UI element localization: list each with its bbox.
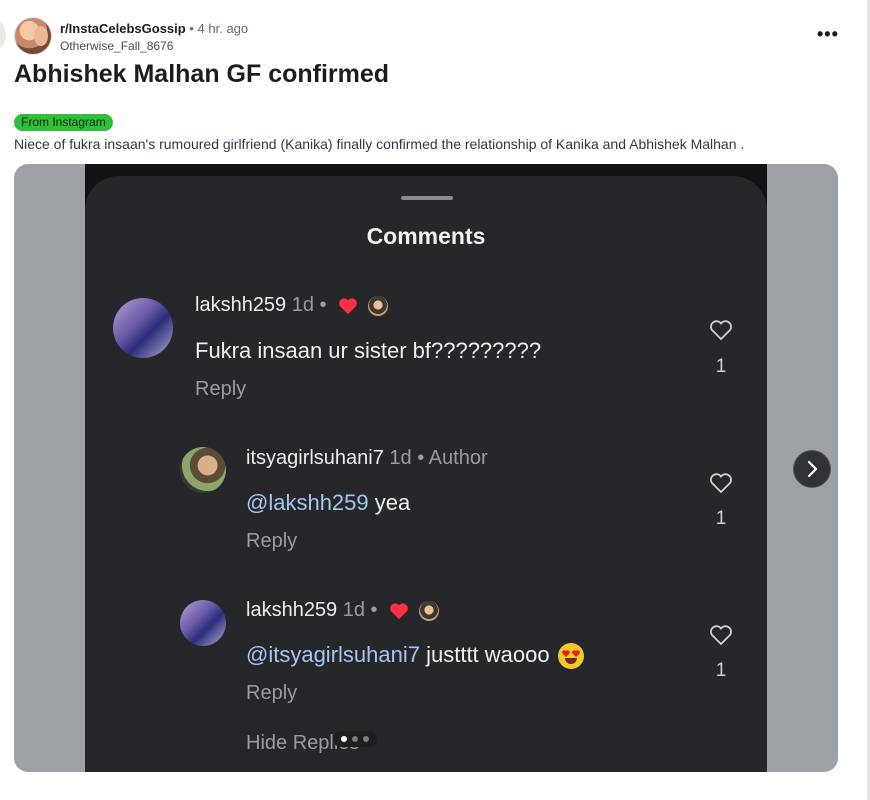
comment-username: lakshh259 — [246, 599, 338, 621]
comment-body: justttt waooo — [419, 642, 550, 667]
like-count: 1 — [715, 660, 727, 681]
gallery-next-button[interactable] — [793, 450, 831, 488]
subreddit-avatar[interactable] — [14, 17, 52, 55]
sheet-handle — [401, 196, 453, 200]
post-author[interactable]: Otherwise_Fall_8676 — [60, 39, 173, 53]
gallery-image: Comments lakshh259 1d • Fukra insaan ur … — [85, 164, 767, 772]
comments-header: Comments — [366, 223, 486, 249]
comment-text: Fukra insaan ur sister bf????????? — [195, 338, 542, 363]
like-count: 1 — [715, 508, 727, 529]
reply-button[interactable]: Reply — [246, 682, 297, 705]
page-dot-active — [341, 736, 347, 742]
comment-header: lakshh259 1d • — [195, 294, 388, 317]
meta-separator: • — [189, 21, 194, 36]
post-card: r/InstaCelebsGossip • 4 hr. ago Otherwis… — [0, 0, 865, 800]
subreddit-link[interactable]: r/InstaCelebsGossip — [60, 21, 186, 36]
comments-sheet: Comments lakshh259 1d • Fukra insaan ur … — [85, 176, 767, 772]
post-title[interactable]: Abhishek Malhan GF confirmed — [14, 60, 389, 89]
heart-outline-icon[interactable] — [709, 472, 733, 494]
comment-meta: 1d • — [291, 294, 327, 316]
post-flair[interactable]: From Instagram — [14, 114, 113, 131]
comment-mention[interactable]: @lakshh259 — [246, 490, 369, 515]
page-dot — [363, 736, 369, 742]
comment-username: itsyagirlsuhani7 — [246, 447, 384, 469]
page-dot — [352, 736, 358, 742]
comment-meta: 1d • Author — [389, 447, 488, 469]
reply-button[interactable]: Reply — [195, 378, 246, 401]
comment-username: lakshh259 — [195, 294, 287, 316]
like-count: 1 — [715, 356, 727, 377]
comment-meta: 1d • — [342, 599, 378, 621]
red-heart-icon — [339, 298, 357, 314]
chevron-right-icon — [807, 460, 818, 478]
post-body: Niece of fukra insaan's rumoured girlfri… — [14, 136, 745, 152]
comment-text: @lakshh259 yea — [246, 490, 410, 516]
reply-button[interactable]: Reply — [246, 530, 297, 553]
heart-outline-icon[interactable] — [709, 319, 733, 341]
heart-eyes-emoji-icon — [557, 643, 584, 670]
comment-avatar — [113, 298, 173, 358]
creator-avatar-icon — [367, 295, 388, 316]
gallery-page-indicator — [333, 731, 377, 747]
post-time: 4 hr. ago — [197, 21, 249, 36]
comment-text: @itsyagirlsuhani7 justttt waooo — [246, 642, 584, 670]
comment-header: lakshh259 1d • — [246, 599, 439, 622]
post-meta-line: r/InstaCelebsGossip • 4 hr. ago — [60, 21, 248, 36]
comment-avatar — [180, 447, 226, 493]
heart-outline-icon[interactable] — [709, 624, 733, 646]
image-gallery[interactable]: Comments lakshh259 1d • Fukra insaan ur … — [14, 164, 838, 772]
comment-mention[interactable]: @itsyagirlsuhani7 — [246, 642, 420, 667]
comment-body: yea — [368, 490, 411, 515]
creator-avatar-icon — [418, 600, 439, 621]
comment-header: itsyagirlsuhani7 1d • Author — [246, 447, 488, 470]
previous-avatar-stub — [0, 21, 6, 49]
comment-avatar — [180, 600, 226, 646]
red-heart-icon — [390, 603, 408, 619]
more-options-button[interactable]: ••• — [817, 24, 839, 45]
